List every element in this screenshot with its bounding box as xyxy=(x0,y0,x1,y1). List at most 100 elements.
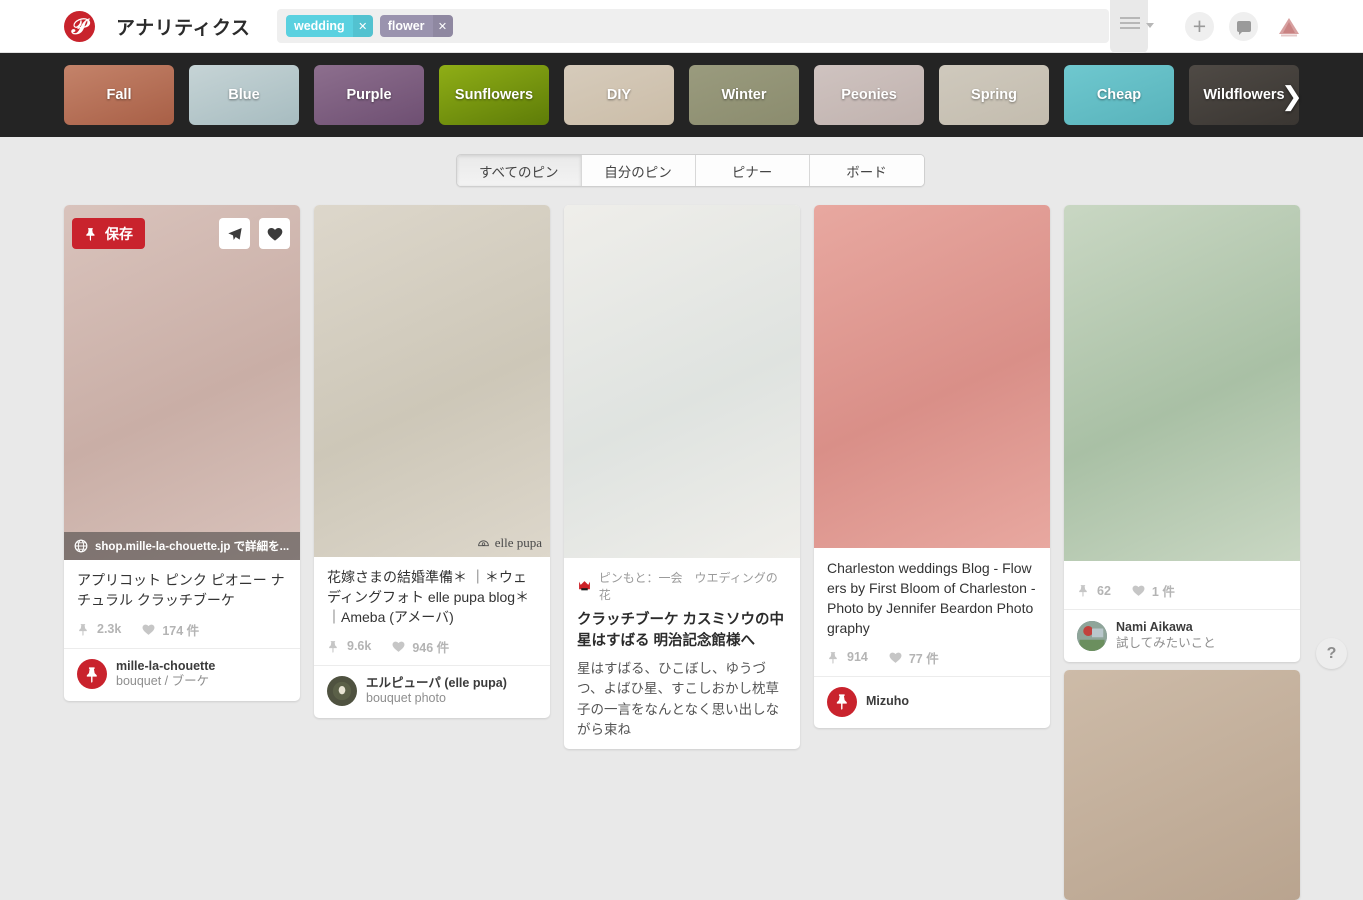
category-tile-spring[interactable]: Spring xyxy=(939,65,1049,125)
watermark-text: elle pupa xyxy=(495,535,542,551)
heart-icon xyxy=(142,623,155,636)
pin-title[interactable]: Charleston weddings Blog - Flowers by Fi… xyxy=(827,559,1037,639)
image-watermark: elle pupa xyxy=(476,535,542,551)
pin-count: 9.6k xyxy=(347,639,371,653)
pin-attribution[interactable]: mille-la-chouettebouquet / ブーケ xyxy=(64,648,300,701)
search-tag[interactable]: flower✕ xyxy=(380,15,453,37)
pin-avatar-icon[interactable] xyxy=(827,687,857,717)
pin-card[interactable]: ピンもと：一会 ウエディングの花クラッチブーケ カスミソウの中 星はすばる 明治… xyxy=(564,205,800,749)
pin-card-body: 花嫁さまの結婚準備＊ ｜＊ウェディングフォト elle pupa blog＊｜A… xyxy=(314,557,550,665)
category-tile-fall[interactable]: Fall xyxy=(64,65,174,125)
pin-image[interactable]: 保存 shop.mille-la-chouette.jp で詳細を... xyxy=(64,205,300,560)
heart-icon xyxy=(267,226,283,242)
user-avatar[interactable] xyxy=(1274,12,1303,41)
heart-icon xyxy=(889,651,902,664)
view-tabs: すべてのピン自分のピンピナーボード xyxy=(456,154,925,187)
pin-title[interactable]: クラッチブーケ カスミソウの中 星はすばる 明治記念館様へ xyxy=(577,610,787,651)
pin-image[interactable] xyxy=(814,205,1050,548)
attribution-board: 試してみたいこと xyxy=(1116,636,1216,652)
save-button[interactable]: 保存 xyxy=(72,218,145,249)
pin-attribution[interactable]: Mizuho xyxy=(814,676,1050,728)
pin-origin-row[interactable]: ピンもと：一会 ウエディングの花 xyxy=(577,569,787,603)
pin-card[interactable] xyxy=(1064,670,1300,900)
messages-button[interactable] xyxy=(1229,12,1258,41)
elle-pupa-avatar[interactable] xyxy=(327,676,357,706)
help-button[interactable]: ? xyxy=(1316,638,1347,669)
page-title: アナリティクス xyxy=(116,13,250,40)
tab-1[interactable]: 自分のピン xyxy=(582,155,696,186)
user-avatar-icon xyxy=(1276,15,1302,39)
pin-image[interactable] xyxy=(564,205,800,558)
pin-attribution[interactable]: Nami Aikawa試してみたいこと xyxy=(1064,609,1300,662)
pin-avatar-icon[interactable] xyxy=(77,659,107,689)
add-button[interactable]: + xyxy=(1185,12,1214,41)
message-bubble-icon xyxy=(1237,21,1251,32)
category-label: DIY xyxy=(607,87,631,103)
search-input[interactable]: wedding✕flower✕ xyxy=(277,9,1109,43)
elle-pupa-mark xyxy=(476,537,491,550)
category-tile-sunflowers[interactable]: Sunflowers xyxy=(439,65,549,125)
like-count: 946 件 xyxy=(412,637,449,656)
pin-card[interactable]: Charleston weddings Blog - Flowers by Fi… xyxy=(814,205,1050,728)
pin-card[interactable]: 保存 shop.mille-la-chouette.jp で詳細を... アプリコ… xyxy=(64,205,300,701)
pin-title[interactable]: アプリコット ピンク ピオニー ナチュラル クラッチブーケ xyxy=(77,571,287,611)
send-button[interactable] xyxy=(219,218,250,249)
category-strip: Fall Blue Purple Sunflowers DIY WinterPeonies… xyxy=(0,53,1363,137)
tab-0[interactable]: すべてのピン xyxy=(457,155,582,186)
pin-card-body: 62 1 件 xyxy=(1064,561,1300,609)
like-button[interactable] xyxy=(259,218,290,249)
pin-count: 62 xyxy=(1097,584,1111,598)
category-label: Blue xyxy=(228,87,259,103)
like-count: 1 件 xyxy=(1152,581,1175,600)
pin-card[interactable]: 62 1 件 Nami Aikawa試してみたいこと xyxy=(1064,205,1300,662)
category-label: Fall xyxy=(107,87,132,103)
save-button-label: 保存 xyxy=(105,224,133,244)
pin-stats: 9.6k 946 件 xyxy=(327,637,537,656)
search-tag-label: wedding xyxy=(286,15,353,37)
pin-icon xyxy=(834,693,851,710)
category-tile-winter[interactable]: Winter xyxy=(689,65,799,125)
pin-card[interactable]: elle pupa 花嫁さまの結婚準備＊ ｜＊ウェディングフォト elle pup… xyxy=(314,205,550,718)
categories-next-arrow[interactable]: ❯ xyxy=(1281,83,1303,109)
category-label: Wildflowers xyxy=(1203,87,1284,103)
pin-icon xyxy=(1077,584,1090,597)
pin-icon xyxy=(77,623,90,636)
pin-image[interactable]: elle pupa xyxy=(314,205,550,557)
pin-source-bar[interactable]: shop.mille-la-chouette.jp で詳細を... xyxy=(64,532,300,560)
search-tag-remove-icon[interactable]: ✕ xyxy=(433,15,453,37)
search-tag-remove-icon[interactable]: ✕ xyxy=(353,15,373,37)
attribution-board: bouquet / ブーケ xyxy=(116,674,215,690)
app-header: 𝒫 アナリティクス wedding✕flower✕ + xyxy=(0,0,1363,53)
pin-source-text: shop.mille-la-chouette.jp で詳細を... xyxy=(95,538,289,554)
pin-stats: 2.3k 174 件 xyxy=(77,620,287,639)
crown-icon xyxy=(577,579,592,593)
globe-icon xyxy=(74,539,88,553)
category-tile-blue[interactable]: Blue xyxy=(189,65,299,125)
pin-attribution[interactable]: エルピューパ (elle pupa)bouquet photo xyxy=(314,665,550,718)
category-tile-diy[interactable]: DIY xyxy=(564,65,674,125)
send-icon xyxy=(227,226,243,242)
category-label: Cheap xyxy=(1097,87,1141,103)
pin-title[interactable]: 花嫁さまの結婚準備＊ ｜＊ウェディングフォト elle pupa blog＊｜A… xyxy=(327,568,537,628)
pin-count: 2.3k xyxy=(97,622,121,636)
attribution-text: mille-la-chouettebouquet / ブーケ xyxy=(116,659,215,690)
category-tile-purple[interactable]: Purple xyxy=(314,65,424,125)
tab-2[interactable]: ピナー xyxy=(696,155,810,186)
photo-avatar-icon[interactable] xyxy=(1077,621,1107,651)
pin-image[interactable] xyxy=(1064,670,1300,900)
heart-icon xyxy=(1132,584,1145,597)
logo-glyph: 𝒫 xyxy=(72,16,88,38)
category-tile-cheap[interactable]: Cheap xyxy=(1064,65,1174,125)
pin-icon xyxy=(327,640,340,653)
tab-3[interactable]: ボード xyxy=(810,155,924,186)
pinterest-logo-icon[interactable]: 𝒫 xyxy=(64,11,95,42)
attribution-board: bouquet photo xyxy=(366,691,507,707)
search-tag[interactable]: wedding✕ xyxy=(286,15,373,37)
pin-image[interactable] xyxy=(1064,205,1300,561)
like-count: 77 件 xyxy=(909,648,939,667)
category-label: Sunflowers xyxy=(455,87,533,103)
list-view-icon[interactable] xyxy=(1120,17,1142,33)
category-tile-peonies[interactable]: Peonies xyxy=(814,65,924,125)
chevron-down-icon[interactable] xyxy=(1146,23,1154,28)
attribution-name: エルピューパ (elle pupa) xyxy=(366,676,507,692)
